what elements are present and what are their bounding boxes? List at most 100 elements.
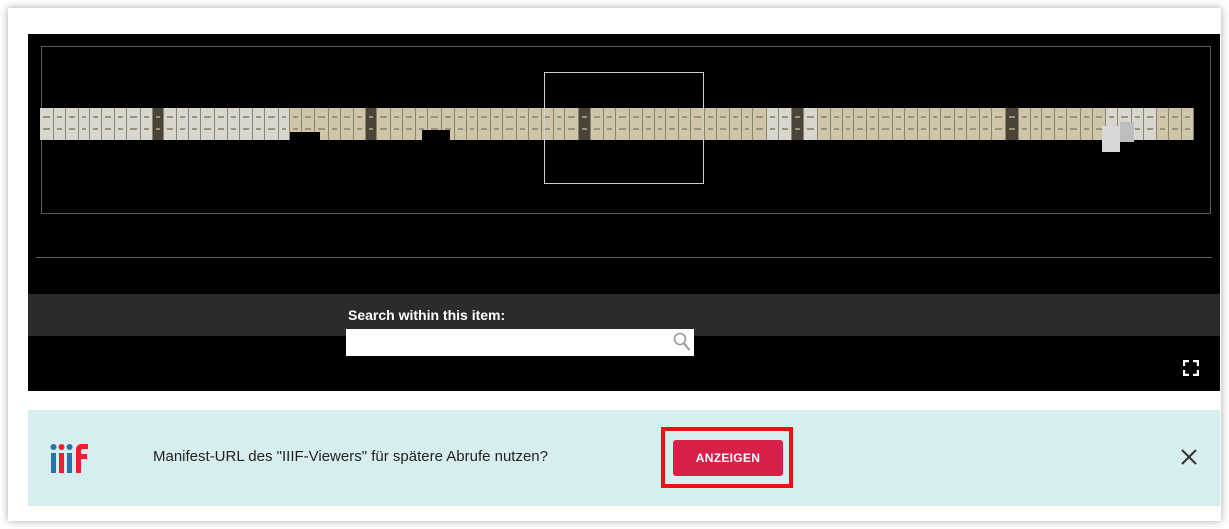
thumbnail-tile[interactable] — [164, 108, 177, 140]
thumbnail-tile[interactable] — [792, 108, 804, 140]
thumbnail-tile[interactable] — [1055, 108, 1067, 140]
tile-text-line — [770, 116, 775, 118]
thumbnail-tile[interactable] — [804, 108, 818, 140]
thumbnail-tile[interactable] — [455, 108, 467, 140]
thumbnail-tile[interactable] — [354, 108, 366, 140]
thumbnail-tile[interactable] — [893, 108, 905, 140]
thumbnail-tile[interactable] — [1067, 108, 1081, 140]
thumbnail-tile[interactable] — [1031, 108, 1042, 140]
thumbnail-tile[interactable] — [66, 108, 79, 140]
thumbnail-tile[interactable] — [90, 108, 102, 140]
thumbnail-tile[interactable] — [1169, 108, 1182, 140]
thumbnail-tile[interactable] — [115, 108, 127, 140]
thumbnail-tile[interactable] — [127, 108, 141, 140]
tile-text-line — [394, 128, 399, 130]
thumbnail-tile[interactable] — [753, 108, 767, 140]
tile-text-line — [896, 128, 901, 130]
tile-text-line — [130, 128, 137, 130]
tile-text-line — [857, 128, 863, 130]
tile-text-line — [204, 116, 211, 118]
thumbnail-tile[interactable] — [329, 108, 341, 140]
thumbnail-tile[interactable] — [980, 108, 992, 140]
tile-text-line — [520, 116, 525, 118]
thumbnail-tile[interactable] — [517, 108, 529, 140]
tile-text-line — [156, 116, 160, 118]
tile-text-line — [1009, 128, 1015, 130]
thumbnail-tile[interactable] — [1144, 108, 1157, 140]
thumbnail-tile[interactable] — [1019, 108, 1031, 140]
thumbnail-tile[interactable] — [1182, 108, 1194, 140]
thumbnail-tile[interactable] — [742, 108, 753, 140]
search-input[interactable] — [346, 329, 694, 356]
fullscreen-icon[interactable] — [1183, 360, 1199, 376]
thumbnail-tile[interactable] — [403, 108, 416, 140]
tile-text-line — [204, 128, 211, 130]
tile-text-line — [1172, 116, 1178, 118]
tile-text-line — [57, 128, 62, 130]
thumbnail-tile[interactable] — [153, 108, 164, 140]
thumbnail-tile[interactable] — [843, 108, 854, 140]
thumbnail-tile[interactable] — [102, 108, 115, 140]
thumbnail-tile[interactable] — [1006, 108, 1019, 140]
thumbnail-tile[interactable] — [467, 108, 478, 140]
thumbnail-tile[interactable] — [177, 108, 189, 140]
tile-text-line — [130, 116, 137, 118]
thumbnail-tile[interactable] — [503, 108, 517, 140]
thumbnail-tile[interactable] — [228, 108, 240, 140]
thumbnail-tile[interactable] — [189, 108, 201, 140]
show-button[interactable]: ANZEIGEN — [673, 440, 783, 476]
tile-text-line — [1147, 128, 1153, 130]
thumbnail-tile[interactable] — [201, 108, 215, 140]
viewport-rectangle[interactable] — [544, 72, 704, 184]
thumbnail-tile[interactable] — [818, 108, 831, 140]
thumbnail-tile[interactable] — [705, 108, 717, 140]
tile-text-line — [406, 116, 412, 118]
thumbnail-tile[interactable] — [377, 108, 391, 140]
thumbnail-tile[interactable] — [1081, 108, 1093, 140]
tile-text-line — [1160, 128, 1165, 130]
tile-text-line — [1096, 116, 1102, 118]
thumbnail-tile[interactable] — [40, 108, 54, 140]
tile-text-line — [958, 116, 963, 118]
thumbnail-tile[interactable] — [779, 108, 792, 140]
thumbnail-tile[interactable] — [905, 108, 918, 140]
thumbnail-tile[interactable] — [491, 108, 503, 140]
thumbnail-tile[interactable] — [391, 108, 403, 140]
thumbnail-tile[interactable] — [79, 108, 90, 140]
thumbnail-tile[interactable] — [240, 108, 253, 140]
tile-text-line — [958, 128, 963, 130]
close-icon[interactable] — [1180, 448, 1198, 466]
viewer-divider — [36, 257, 1212, 258]
thumbnail-tile[interactable] — [831, 108, 843, 140]
tile-text-line — [782, 116, 788, 118]
iiif-viewer[interactable]: Search within this item: — [28, 34, 1220, 391]
tile-text-line — [118, 128, 123, 130]
thumbnail-tile[interactable] — [767, 108, 779, 140]
tile-text-line — [192, 128, 197, 130]
thumbnail-tile[interactable] — [930, 108, 941, 140]
thumbnail-tile[interactable] — [992, 108, 1006, 140]
thumbnail-tile[interactable] — [279, 108, 290, 140]
tile-text-line — [1045, 116, 1051, 118]
thumbnail-tile[interactable] — [529, 108, 542, 140]
thumbnail-tile[interactable] — [253, 108, 265, 140]
thumbnail-tile[interactable] — [265, 108, 279, 140]
thumbnail-tile[interactable] — [1157, 108, 1169, 140]
thumbnail-tile[interactable] — [54, 108, 66, 140]
thumbnail-tile[interactable] — [941, 108, 955, 140]
thumbnail-tile[interactable] — [478, 108, 491, 140]
thumbnail-tile[interactable] — [141, 108, 153, 140]
thumbnail-tile[interactable] — [366, 108, 377, 140]
thumbnail-tile[interactable] — [854, 108, 867, 140]
search-icon[interactable] — [673, 332, 691, 352]
thumbnail-tile[interactable] — [879, 108, 893, 140]
thumbnail-tile[interactable] — [918, 108, 930, 140]
thumbnail-tile[interactable] — [1042, 108, 1055, 140]
thumbnail-tile[interactable] — [717, 108, 730, 140]
thumbnail-tile[interactable] — [967, 108, 980, 140]
thumbnail-tile[interactable] — [867, 108, 879, 140]
thumbnail-tile[interactable] — [730, 108, 742, 140]
thumbnail-tile[interactable] — [341, 108, 354, 140]
thumbnail-tile[interactable] — [955, 108, 967, 140]
thumbnail-tile[interactable] — [215, 108, 228, 140]
